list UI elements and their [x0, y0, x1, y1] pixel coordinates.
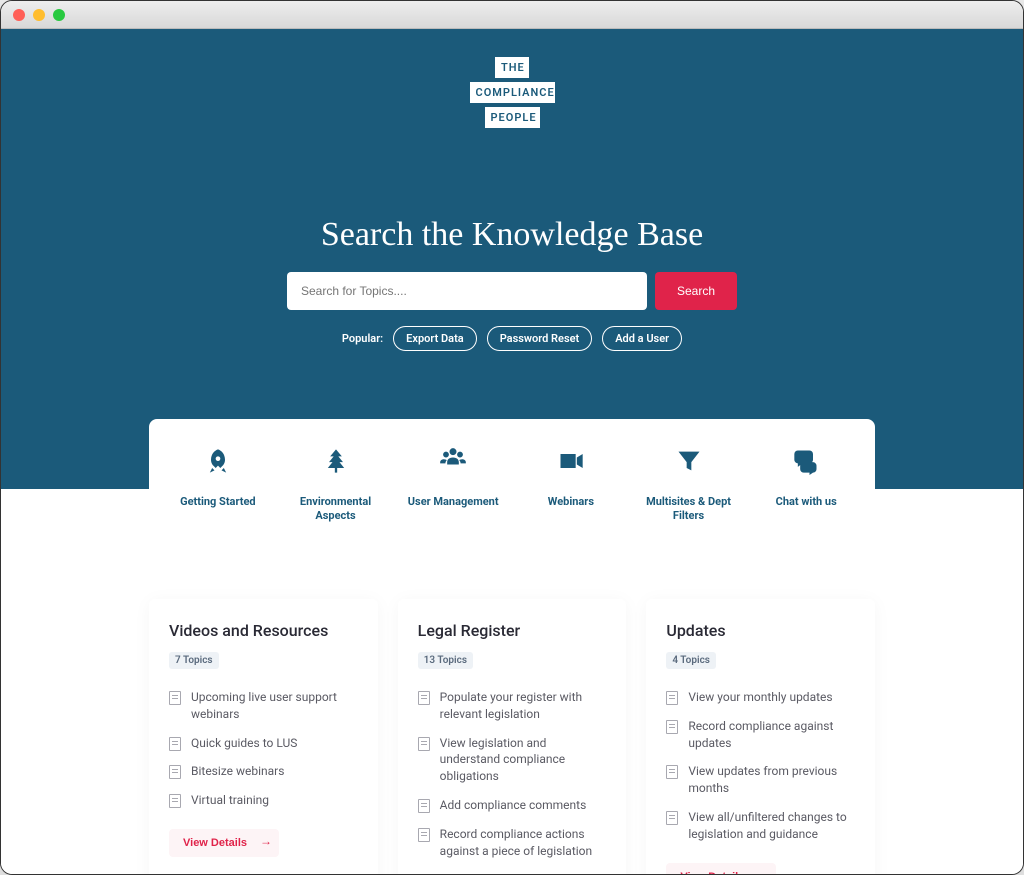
list-item[interactable]: View updates from previous months [666, 763, 855, 797]
card-title: Legal Register [418, 621, 607, 640]
list-item-label: View your monthly updates [688, 689, 832, 706]
category-label: User Management [394, 495, 512, 509]
popular-label: Popular: [342, 332, 383, 345]
topic-list: Upcoming live user support webinars Quic… [169, 689, 358, 809]
logo-line-1: THE [495, 57, 529, 78]
card-title: Updates [666, 621, 855, 640]
list-item-label: Quick guides to LUS [191, 735, 297, 752]
category-label: Webinars [512, 495, 630, 509]
document-icon [666, 720, 678, 734]
card-title: Videos and Resources [169, 621, 358, 640]
list-item-label: Upcoming live user support webinars [191, 689, 358, 723]
document-icon [169, 794, 181, 808]
card-row: Videos and Resources 7 Topics Upcoming l… [149, 599, 875, 875]
window-title-bar [1, 1, 1023, 29]
document-icon [418, 691, 430, 705]
category-label: Getting Started [159, 495, 277, 509]
popular-tag-add-user[interactable]: Add a User [602, 326, 682, 351]
card-videos-resources: Videos and Resources 7 Topics Upcoming l… [149, 599, 378, 875]
category-chat-with-us[interactable]: Chat with us [747, 443, 865, 524]
window-minimize-icon[interactable] [33, 9, 45, 21]
logo-line-2: COMPLIANCE [470, 82, 555, 103]
document-icon [418, 799, 430, 813]
category-getting-started[interactable]: Getting Started [159, 443, 277, 524]
list-item-label: Virtual training [191, 792, 269, 809]
page-content: THE COMPLIANCE PEOPLE Search the Knowled… [1, 29, 1023, 875]
category-panel: Getting Started Environmental Aspects Us… [149, 419, 875, 552]
chat-icon [747, 443, 865, 479]
topic-count-badge: 7 Topics [169, 652, 219, 669]
category-environmental-aspects[interactable]: Environmental Aspects [277, 443, 395, 524]
list-item-label: Populate your register with relevant leg… [440, 689, 607, 723]
list-item-label: View legislation and understand complian… [440, 735, 607, 785]
list-item[interactable]: Upcoming live user support webinars [169, 689, 358, 723]
document-icon [418, 737, 430, 751]
topic-count-badge: 4 Topics [666, 652, 716, 669]
document-icon [418, 828, 430, 842]
filter-icon [630, 443, 748, 479]
popular-row: Popular: Export Data Password Reset Add … [21, 326, 1003, 351]
list-item-label: View updates from previous months [688, 763, 855, 797]
list-item[interactable]: Populate your register with relevant leg… [418, 689, 607, 723]
view-details-button[interactable]: View Details [169, 829, 279, 857]
list-item[interactable]: Quick guides to LUS [169, 735, 358, 752]
list-item[interactable]: View all/unfiltered changes to legislati… [666, 809, 855, 843]
list-item-label: Add compliance comments [440, 797, 587, 814]
category-user-management[interactable]: User Management [394, 443, 512, 524]
list-item[interactable]: Add compliance comments [418, 797, 607, 814]
brand-logo[interactable]: THE COMPLIANCE PEOPLE [21, 57, 1003, 128]
popular-tag-export-data[interactable]: Export Data [393, 326, 477, 351]
topic-list: View your monthly updates Record complia… [666, 689, 855, 843]
document-icon [666, 691, 678, 705]
users-icon [394, 443, 512, 479]
list-item-label: View all/unfiltered changes to legislati… [688, 809, 855, 843]
card-legal-register: Legal Register 13 Topics Populate your r… [398, 599, 627, 875]
list-item[interactable]: View your monthly updates [666, 689, 855, 706]
list-item-label: Record compliance against updates [688, 718, 855, 752]
document-icon [169, 691, 181, 705]
window-close-icon[interactable] [13, 9, 25, 21]
hero-section: THE COMPLIANCE PEOPLE Search the Knowled… [1, 29, 1023, 489]
topic-count-badge: 13 Topics [418, 652, 473, 669]
video-icon [512, 443, 630, 479]
topic-list: Populate your register with relevant leg… [418, 689, 607, 859]
search-input[interactable] [287, 272, 647, 310]
button-label: View Details [183, 837, 247, 849]
list-item[interactable]: Record compliance against updates [666, 718, 855, 752]
category-webinars[interactable]: Webinars [512, 443, 630, 524]
rocket-icon [159, 443, 277, 479]
window-maximize-icon[interactable] [53, 9, 65, 21]
list-item[interactable]: Record compliance actions against a piec… [418, 826, 607, 860]
logo-line-3: PEOPLE [485, 107, 540, 128]
button-label: View Details [680, 871, 744, 875]
document-icon [666, 765, 678, 779]
document-icon [169, 765, 181, 779]
category-label: Multisites & Dept Filters [630, 495, 748, 524]
category-multisites-dept-filters[interactable]: Multisites & Dept Filters [630, 443, 748, 524]
popular-tag-password-reset[interactable]: Password Reset [487, 326, 593, 351]
list-item-label: Bitesize webinars [191, 763, 284, 780]
category-label: Chat with us [747, 495, 865, 509]
list-item-label: Record compliance actions against a piec… [440, 826, 607, 860]
browser-window: THE COMPLIANCE PEOPLE Search the Knowled… [0, 0, 1024, 875]
search-row: Search [21, 272, 1003, 310]
hero-title: Search the Knowledge Base [21, 216, 1003, 254]
card-updates: Updates 4 Topics View your monthly updat… [646, 599, 875, 875]
category-label: Environmental Aspects [277, 495, 395, 524]
search-button[interactable]: Search [655, 272, 737, 310]
list-item[interactable]: Virtual training [169, 792, 358, 809]
list-item[interactable]: Bitesize webinars [169, 763, 358, 780]
document-icon [169, 737, 181, 751]
arrow-right-icon [255, 839, 265, 847]
document-icon [666, 811, 678, 825]
list-item[interactable]: View legislation and understand complian… [418, 735, 607, 785]
tree-icon [277, 443, 395, 479]
view-details-button[interactable]: View Details [666, 863, 776, 875]
